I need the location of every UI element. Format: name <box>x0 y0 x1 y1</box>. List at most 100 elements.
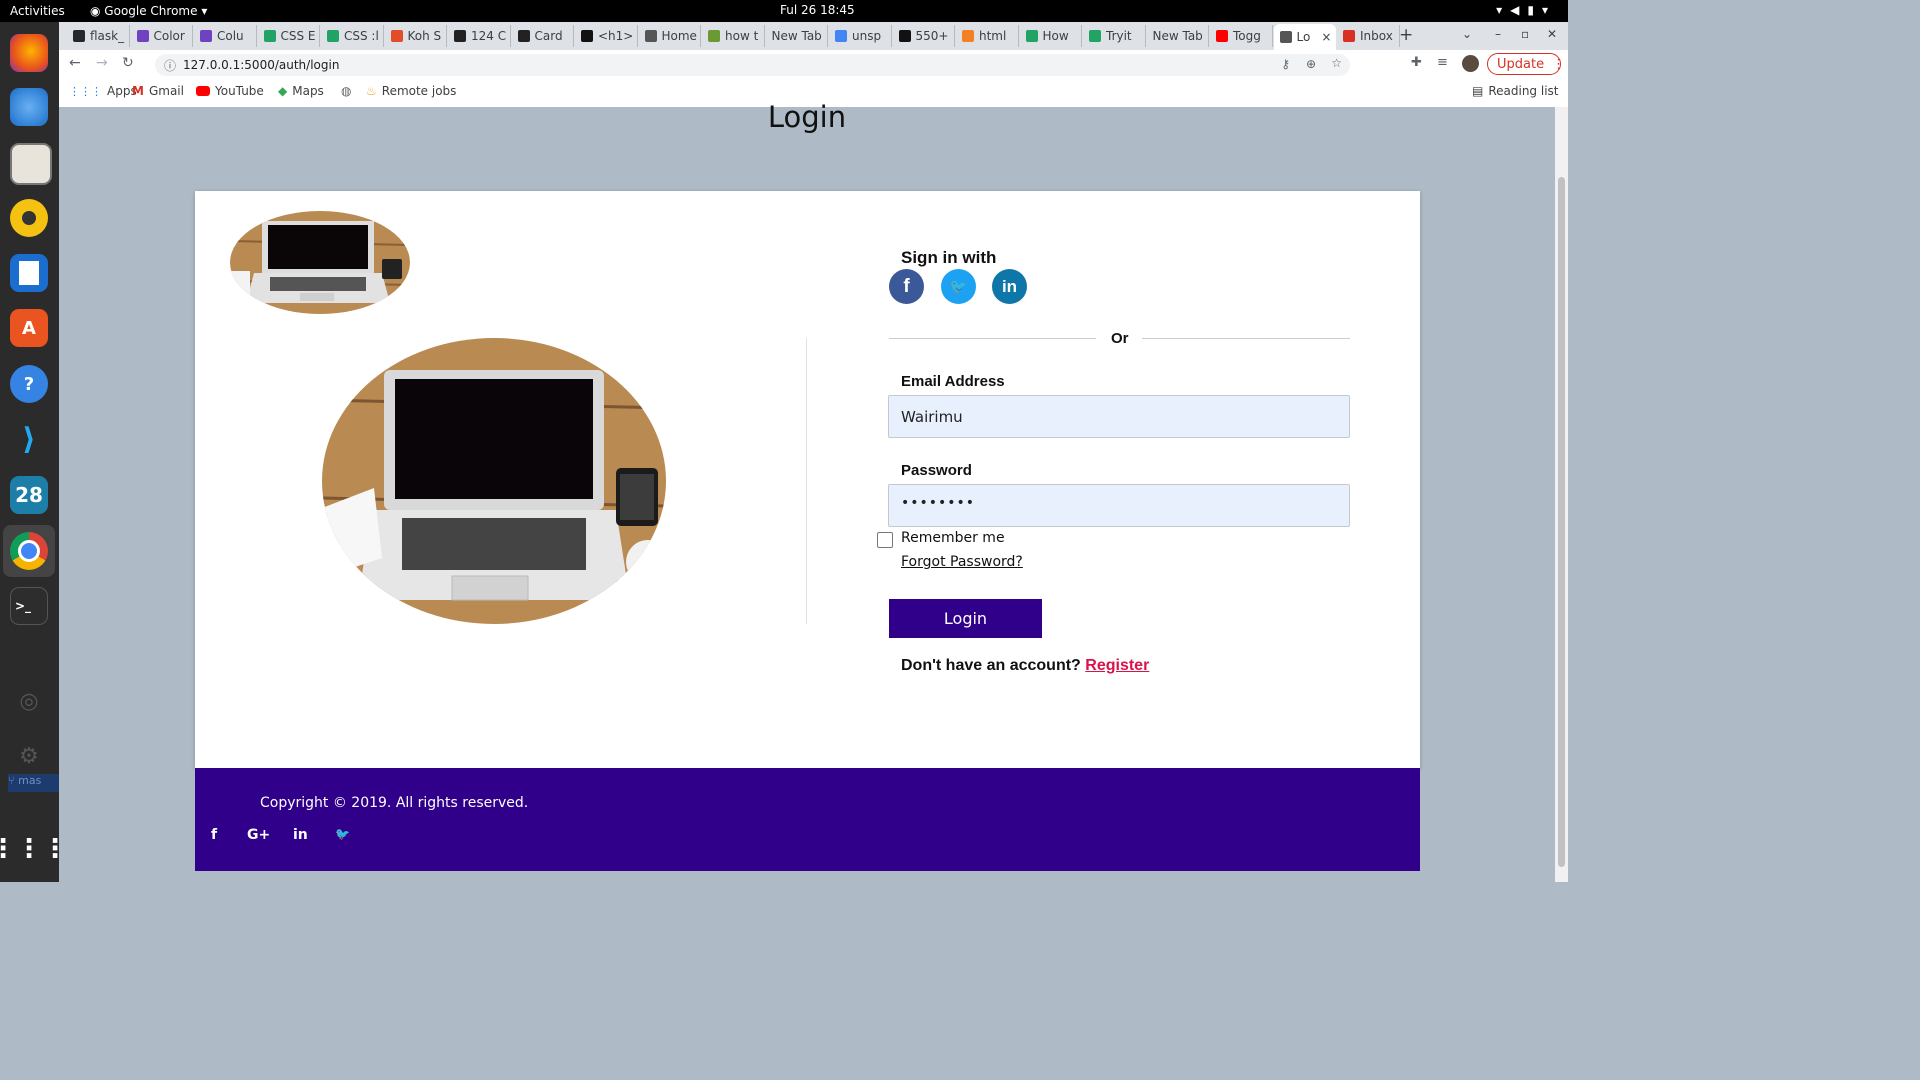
rhythmbox-icon[interactable] <box>10 199 48 237</box>
vertical-divider <box>806 338 807 624</box>
tab-label: CSS :l <box>344 29 379 43</box>
back-icon[interactable]: ← <box>69 55 81 71</box>
bookmark-star-icon[interactable]: ☆ <box>1331 56 1342 70</box>
forgot-password-link[interactable]: Forgot Password? <box>901 554 1023 570</box>
calendar-icon[interactable]: 28 <box>10 476 48 514</box>
footer-twitter-icon[interactable]: 🐦 <box>335 827 350 841</box>
remember-me-label: Remember me <box>901 530 1005 546</box>
url-text: 127.0.0.1:5000/auth/login <box>183 58 340 72</box>
extensions-icon[interactable]: ✚ <box>1411 55 1422 70</box>
media-icon[interactable]: ≡ <box>1437 55 1448 70</box>
facebook-login-button[interactable]: f <box>889 269 924 304</box>
browser-tab[interactable]: 124 C <box>448 25 511 47</box>
tab-label: unsp <box>852 29 882 43</box>
minimize-icon[interactable]: – <box>1495 27 1501 41</box>
bookmark-apps[interactable]: ⋮⋮⋮ Apps <box>69 84 137 98</box>
zoom-icon[interactable]: ⊕ <box>1306 57 1316 71</box>
tab-close-icon[interactable]: × <box>1321 30 1331 44</box>
tab-favicon-icon <box>1343 30 1355 42</box>
activities-button[interactable]: Activities <box>10 4 65 18</box>
register-prompt: Don't have an account? Register <box>901 657 1149 675</box>
browser-tab[interactable]: Color <box>131 25 193 47</box>
update-button[interactable]: Update ⋮ <box>1487 53 1565 75</box>
maps-icon: ◆ <box>278 84 288 98</box>
footer-copyright: Copyright © 2019. All rights reserved. <box>260 795 529 811</box>
tab-search-icon[interactable]: ⌄ <box>1462 27 1472 41</box>
reading-list-button[interactable]: ▤ Reading list <box>1472 84 1559 98</box>
branch-name: mas <box>18 774 42 787</box>
software-icon[interactable]: A <box>10 309 48 347</box>
thunderbird-icon[interactable] <box>10 88 48 126</box>
browser-tab[interactable]: Home <box>639 25 701 47</box>
system-tray[interactable]: ▾◀▮▾ <box>1496 3 1556 17</box>
writer-icon[interactable] <box>10 254 48 292</box>
linkedin-login-button[interactable]: in <box>992 269 1027 304</box>
browser-tab[interactable]: unsp <box>829 25 892 47</box>
browser-tab[interactable]: Inbox <box>1337 25 1400 47</box>
site-info-icon[interactable]: ⓘ <box>164 57 176 74</box>
vscode-icon[interactable]: ⟩ <box>10 420 48 458</box>
password-field[interactable]: •••••••• <box>888 484 1350 527</box>
browser-tab[interactable]: flask_ <box>67 25 130 47</box>
browser-tab[interactable]: <h1> <box>575 25 638 47</box>
linkedin-icon: in <box>1001 276 1018 296</box>
scrollbar-thumb[interactable] <box>1558 177 1565 867</box>
settings-icon[interactable]: ⚙ <box>10 737 48 775</box>
key-icon[interactable]: ⚷ <box>1281 57 1290 71</box>
app-menu[interactable]: ◉ Google Chrome ▾ <box>90 4 207 18</box>
forward-icon[interactable]: → <box>96 55 108 71</box>
remember-me-checkbox[interactable] <box>877 532 893 548</box>
chrome-dock-icon[interactable] <box>10 532 48 570</box>
sign-in-with-heading: Sign in with <box>901 248 997 267</box>
browser-tab[interactable]: Card <box>512 25 574 47</box>
tab-label: Togg <box>1233 29 1261 43</box>
power-menu-icon: ▾ <box>1541 3 1556 17</box>
browser-tab[interactable]: how t <box>702 25 765 47</box>
footer-facebook-icon[interactable]: f <box>211 827 217 843</box>
browser-tab[interactable]: 550+ <box>893 25 955 47</box>
clock[interactable]: Ful 26 18:45 <box>780 3 855 17</box>
bookmark-gmail[interactable]: M Gmail <box>132 84 184 98</box>
firefox-icon[interactable] <box>10 34 48 72</box>
address-bar[interactable]: ⓘ 127.0.0.1:5000/auth/login ⚷ ⊕ ☆ <box>155 54 1350 76</box>
browser-tab[interactable]: Tryit <box>1083 25 1146 47</box>
browser-tab[interactable]: Lo × <box>1273 24 1336 50</box>
files-icon[interactable] <box>10 143 52 185</box>
reload-icon[interactable]: ↻ <box>122 55 134 71</box>
page-scrollbar[interactable] <box>1555 107 1568 882</box>
profile-avatar[interactable] <box>1462 55 1479 72</box>
help-icon[interactable]: ? <box>10 365 48 403</box>
browser-tab[interactable]: Togg <box>1210 25 1273 47</box>
browser-tab[interactable]: New Tab <box>1147 25 1209 47</box>
twitter-login-button[interactable]: 🐦 <box>941 269 976 304</box>
bookmark-remote-jobs[interactable]: ♨ Remote jobs <box>366 84 456 98</box>
footer-google-plus-icon[interactable]: G+ <box>247 827 270 843</box>
email-field[interactable] <box>888 395 1350 438</box>
browser-tab[interactable]: Colu <box>194 25 257 47</box>
account-icon[interactable]: ◎ <box>10 682 48 720</box>
browser-tab[interactable]: New Tab <box>766 25 828 47</box>
tab-favicon-icon <box>1279 31 1292 43</box>
browser-tab[interactable]: How <box>1020 25 1082 47</box>
tab-label: 124 C <box>471 29 507 43</box>
bookmark-youtube[interactable]: YouTube <box>196 84 264 98</box>
tab-label: Lo <box>1296 30 1311 44</box>
terminal-icon[interactable]: >_ <box>10 587 48 625</box>
new-tab-button[interactable]: + <box>1399 25 1413 45</box>
laptop-image-small <box>230 211 410 314</box>
maximize-icon[interactable]: ▫ <box>1521 27 1529 41</box>
bookmark-globe[interactable]: ◍ <box>341 84 351 98</box>
tab-label: html <box>979 29 1007 43</box>
register-link[interactable]: Register <box>1085 657 1149 674</box>
browser-tab[interactable]: CSS :l <box>321 25 384 47</box>
bookmark-maps[interactable]: ◆ Maps <box>278 84 324 98</box>
close-window-icon[interactable]: ✕ <box>1547 27 1557 41</box>
tab-favicon-icon <box>454 30 466 42</box>
browser-tab[interactable]: Koh S <box>385 25 447 47</box>
globe-icon: ◍ <box>341 84 352 98</box>
browser-tab[interactable]: CSS E <box>258 25 320 47</box>
login-button[interactable]: Login <box>889 599 1042 638</box>
show-applications-icon[interactable]: ⋮⋮⋮ <box>0 830 68 868</box>
footer-linkedin-icon[interactable]: in <box>293 827 308 843</box>
browser-tab[interactable]: html <box>956 25 1019 47</box>
